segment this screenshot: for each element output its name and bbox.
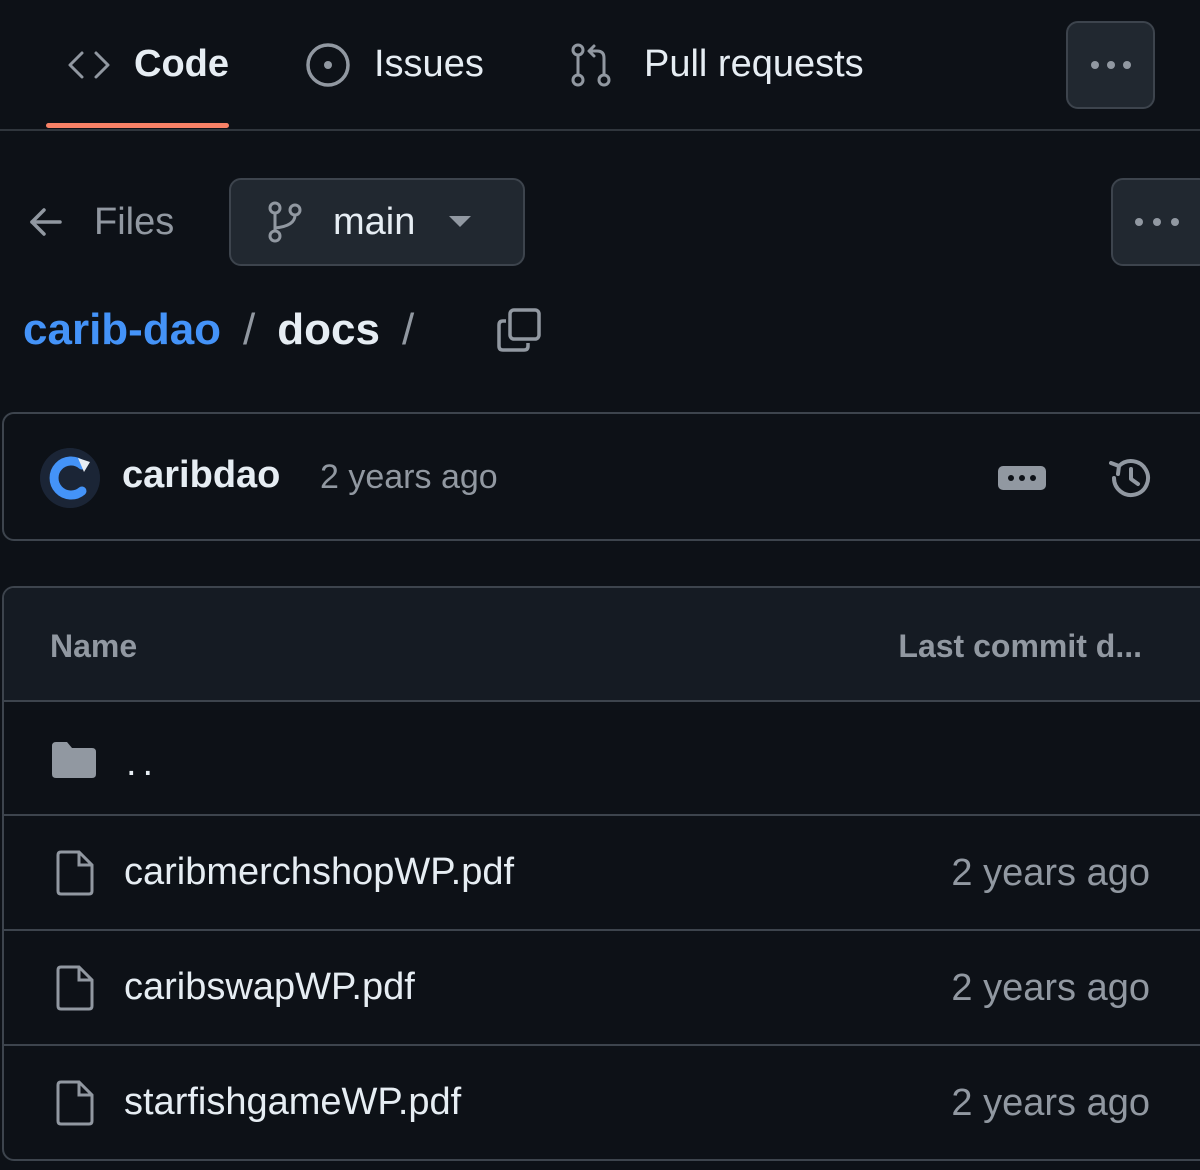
file-table: Name Last commit d... .. caribmerchshopW…	[2, 586, 1200, 1161]
parent-directory-row[interactable]: ..	[4, 702, 1200, 816]
issue-opened-icon	[304, 41, 352, 89]
file-last-commit-date: 2 years ago	[951, 852, 1150, 894]
back-to-files-label: Files	[94, 200, 175, 243]
table-row[interactable]: starfishgameWP.pdf 2 years ago	[4, 1046, 1200, 1159]
table-row[interactable]: caribmerchshopWP.pdf 2 years ago	[4, 816, 1200, 931]
tab-code[interactable]: Code	[46, 0, 229, 129]
code-icon	[66, 49, 112, 81]
history-icon	[1106, 454, 1154, 502]
copy-path-button[interactable]	[496, 307, 542, 353]
copy-icon	[496, 307, 542, 353]
branch-selector[interactable]: main	[229, 178, 525, 266]
column-header-last-commit-date: Last commit d...	[898, 628, 1142, 664]
branch-name: main	[333, 200, 416, 243]
table-header: Name Last commit d...	[4, 588, 1200, 702]
breadcrumb-separator: /	[243, 305, 256, 354]
back-to-files-link[interactable]: Files	[28, 180, 174, 264]
tab-issues-label: Issues	[374, 43, 484, 85]
kebab-horizontal-icon	[1133, 216, 1181, 228]
more-options-button[interactable]	[1111, 178, 1200, 266]
file-name-link[interactable]: caribswapWP.pdf	[124, 966, 415, 1009]
file-name-link[interactable]: starfishgameWP.pdf	[124, 1081, 461, 1124]
file-icon	[56, 1080, 94, 1126]
ellipsis-dot	[1019, 475, 1025, 481]
tab-pull-requests-label: Pull requests	[644, 43, 864, 85]
commit-message-expand-button[interactable]	[998, 466, 1046, 490]
column-header-name: Name	[50, 628, 138, 664]
commit-author[interactable]: caribdao	[122, 454, 280, 497]
folder-icon	[50, 740, 98, 780]
breadcrumb: carib-dao / docs /	[23, 300, 542, 360]
file-last-commit-date: 2 years ago	[951, 1082, 1150, 1124]
ellipsis-dot	[1030, 475, 1036, 481]
kebab-horizontal-icon	[1087, 59, 1135, 71]
ellipsis-dot	[1008, 475, 1014, 481]
tab-pull-requests[interactable]: Pull requests	[570, 0, 864, 129]
tab-code-label: Code	[134, 43, 229, 85]
repo-nav: Code Issues Pull requests	[0, 0, 1200, 131]
file-last-commit-date: 2 years ago	[951, 967, 1150, 1009]
file-icon	[56, 850, 94, 896]
git-pull-request-icon	[570, 42, 612, 88]
git-branch-icon	[267, 200, 303, 244]
breadcrumb-separator: /	[401, 305, 415, 354]
more-tabs-button[interactable]	[1066, 21, 1155, 109]
tab-issues[interactable]: Issues	[304, 0, 484, 129]
triangle-down-icon	[449, 216, 472, 228]
breadcrumb-current-directory: docs	[277, 305, 380, 354]
table-row[interactable]: caribswapWP.pdf 2 years ago	[4, 931, 1200, 1046]
file-name-link[interactable]: caribmerchshopWP.pdf	[124, 851, 514, 894]
history-button[interactable]	[1106, 454, 1154, 502]
breadcrumb-repo-link[interactable]: carib-dao	[23, 305, 221, 355]
file-icon	[56, 965, 94, 1011]
latest-commit-box: caribdao 2 years ago	[2, 412, 1200, 541]
avatar[interactable]	[40, 448, 100, 508]
commit-time: 2 years ago	[320, 458, 498, 496]
parent-directory-label: ..	[126, 742, 160, 784]
arrow-left-icon	[28, 206, 64, 238]
